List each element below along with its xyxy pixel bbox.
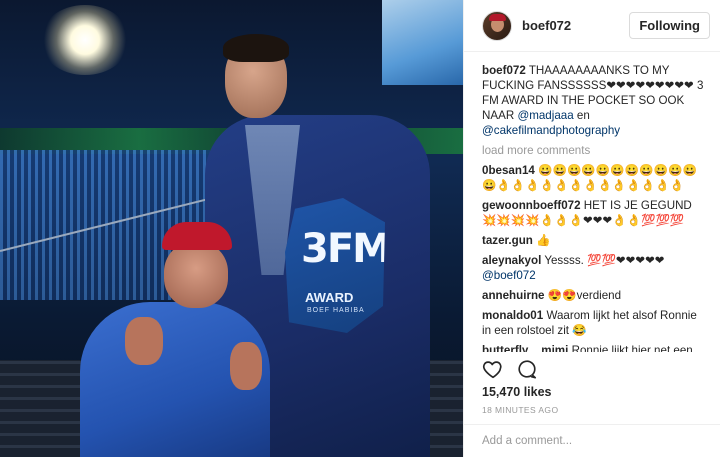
post-actions	[482, 358, 538, 380]
comment-item: tazer.gun 👍	[482, 233, 708, 248]
comment-item: 0besan14 😀😀😀😀😀😀😀😀😀😀😀😀👌👌👌👌👌👌👌👌👌👌👌👌👌	[482, 163, 708, 193]
add-comment-bar	[464, 424, 720, 457]
award-subtext: BOEF HABIBA	[307, 307, 365, 314]
comment-text: 👍	[536, 234, 551, 247]
like-count[interactable]: 15,470 likes	[482, 385, 552, 399]
comment-item: annehuirne 😍😍verdiend	[482, 288, 708, 303]
comment-username[interactable]: butterfly__mimi	[482, 344, 568, 352]
post-photo[interactable]: 3FM AWARD BOEF HABIBA	[0, 0, 463, 457]
following-button[interactable]: Following	[629, 12, 710, 39]
comment-text: 😍😍verdiend	[547, 289, 622, 302]
comment-username[interactable]: monaldo01	[482, 309, 543, 322]
comment-mention[interactable]: @boef072	[482, 269, 536, 282]
comment-bubble-icon[interactable]	[516, 358, 538, 380]
caption-text-2: en	[573, 109, 590, 122]
comment-item: butterfly__mimi Ronnie lijkt hier net ee…	[482, 343, 708, 352]
heart-outline-icon[interactable]	[482, 358, 504, 380]
comment-username[interactable]: tazer.gun	[482, 234, 533, 247]
post-sidebar: boef072 Following boef072 THAAAAAAAANKS …	[463, 0, 720, 457]
person-crouching	[80, 222, 270, 457]
award-word: AWARD	[305, 290, 354, 305]
comment-item: monaldo01 Waarom lijkt het alsof Ronnie …	[482, 308, 708, 338]
header-username[interactable]: boef072	[522, 18, 629, 33]
comment-username[interactable]: aleynakyol	[482, 254, 541, 267]
award-trophy: 3FM AWARD BOEF HABIBA	[285, 198, 385, 333]
avatar[interactable]	[482, 10, 512, 41]
caption-username[interactable]: boef072	[482, 64, 526, 77]
caption: boef072 THAAAAAAAANKS TO MY FUCKING FANS…	[482, 63, 708, 138]
post-timestamp: 18 MINUTES AGO	[482, 405, 559, 415]
comment-username[interactable]: gewoonnboeff072	[482, 199, 581, 212]
post-header: boef072 Following	[464, 0, 720, 52]
stage-light	[40, 5, 130, 75]
comment-list: boef072 THAAAAAAAANKS TO MY FUCKING FANS…	[464, 52, 720, 352]
comment-item: aleynakyol Yessss. 💯💯❤❤❤❤❤ @boef072	[482, 253, 708, 283]
comment-username[interactable]: 0besan14	[482, 164, 535, 177]
load-more-comments-link[interactable]: load more comments	[482, 143, 708, 158]
comment-username[interactable]: annehuirne	[482, 289, 545, 302]
add-comment-input[interactable]	[464, 425, 720, 457]
comment-item: gewoonnboeff072 HET IS JE GEGUND 💥💥💥💥👌👌👌…	[482, 198, 708, 228]
comment-text: Yessss. 💯💯❤❤❤❤❤	[544, 254, 665, 267]
award-logo: 3FM	[301, 226, 390, 272]
caption-mention-madjaaa[interactable]: @madjaaa	[517, 109, 573, 122]
caption-mention-cakefilm[interactable]: @cakefilmandphotography	[482, 124, 620, 137]
